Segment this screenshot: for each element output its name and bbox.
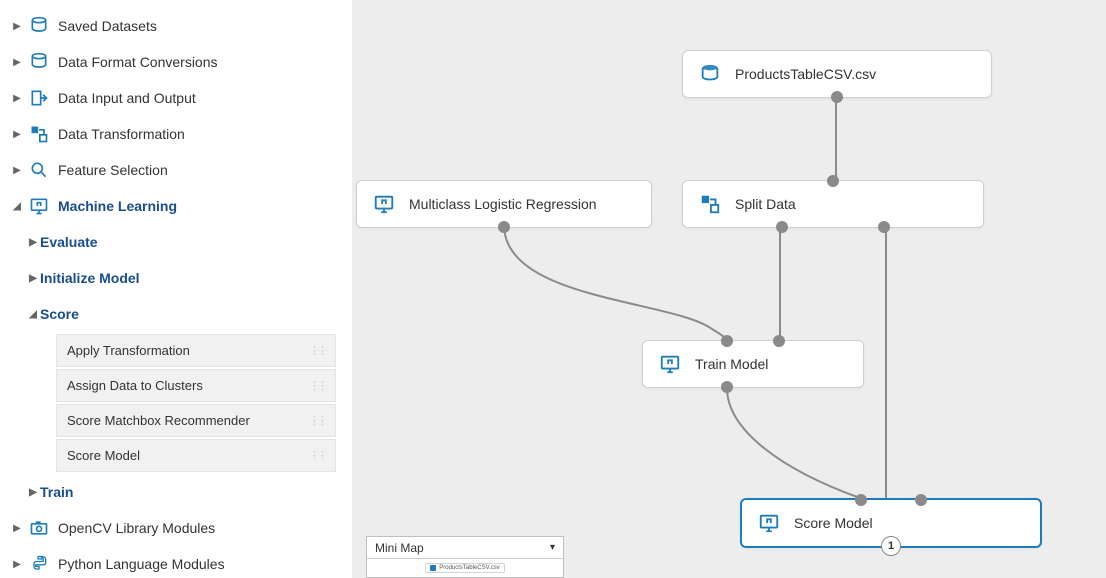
tree-label: Score [40, 306, 342, 322]
chevron-right-icon: ▶ [10, 21, 24, 32]
python-icon [28, 553, 50, 575]
node-label: Multiclass Logistic Regression [409, 196, 597, 212]
chevron-right-icon: ▶ [10, 523, 24, 534]
tree-item-data-xform[interactable]: ▶ Data Transformation [10, 116, 342, 152]
camera-icon [28, 517, 50, 539]
module-matchbox-recommender[interactable]: Score Matchbox Recommender ⋮⋮ [56, 404, 336, 437]
module-score-model[interactable]: Score Model ⋮⋮ [56, 439, 336, 472]
output-port[interactable] [721, 381, 733, 393]
chevron-down-icon: ◢ [26, 309, 40, 320]
transform-icon [699, 193, 721, 215]
tree-label: Data Input and Output [58, 90, 342, 106]
database-icon [28, 51, 50, 73]
module-label: Score Model [67, 448, 303, 463]
database-icon [28, 15, 50, 37]
minimap[interactable]: Mini Map ▾ ProductsTableCSV.csv [366, 536, 564, 578]
tree-item-train[interactable]: ▶ Train [10, 474, 342, 510]
magnify-icon [28, 159, 50, 181]
node-label: Split Data [735, 196, 796, 212]
input-port[interactable] [827, 175, 839, 187]
chevron-right-icon: ▶ [10, 129, 24, 140]
chevron-right-icon: ▶ [10, 57, 24, 68]
drag-handle-icon: ⋮⋮ [309, 379, 325, 392]
module-label: Assign Data to Clusters [67, 378, 303, 393]
module-label: Apply Transformation [67, 343, 303, 358]
chevron-right-icon: ▶ [26, 237, 40, 248]
chevron-right-icon: ▶ [26, 487, 40, 498]
tree-item-saved-datasets[interactable]: ▶ Saved Datasets [10, 8, 342, 44]
tree-item-data-format[interactable]: ▶ Data Format Conversions [10, 44, 342, 80]
node-dataset[interactable]: ProductsTableCSV.csv [682, 50, 992, 98]
chevron-right-icon: ▶ [10, 93, 24, 104]
tree-item-data-io[interactable]: ▶ Data Input and Output [10, 80, 342, 116]
ml-icon [28, 195, 50, 217]
node-label: Score Model [794, 515, 873, 531]
chevron-right-icon: ▶ [26, 273, 40, 284]
chevron-down-icon: ▾ [550, 542, 555, 553]
output-port[interactable] [831, 91, 843, 103]
database-icon [699, 63, 721, 85]
input-port-2[interactable] [915, 494, 927, 506]
node-label: ProductsTableCSV.csv [735, 66, 876, 82]
chevron-right-icon: ▶ [10, 559, 24, 570]
tree-item-machine-learning[interactable]: ◢ Machine Learning [10, 188, 342, 224]
tree-label: Evaluate [40, 234, 342, 250]
output-port-badge[interactable]: 1 [881, 536, 901, 556]
output-port-1[interactable] [776, 221, 788, 233]
node-train-model[interactable]: Train Model [642, 340, 864, 388]
input-port-1[interactable] [855, 494, 867, 506]
input-port-2[interactable] [773, 335, 785, 347]
ml-icon [373, 193, 395, 215]
drag-handle-icon: ⋮⋮ [309, 414, 325, 427]
tree-label: OpenCV Library Modules [58, 520, 342, 536]
tree-item-initialize-model[interactable]: ▶ Initialize Model [10, 260, 342, 296]
tree-item-opencv[interactable]: ▶ OpenCV Library Modules [10, 510, 342, 546]
module-apply-transformation[interactable]: Apply Transformation ⋮⋮ [56, 334, 336, 367]
chevron-down-icon: ◢ [10, 201, 24, 212]
tree-item-python[interactable]: ▶ Python Language Modules [10, 546, 342, 578]
tree-item-evaluate[interactable]: ▶ Evaluate [10, 224, 342, 260]
io-icon [28, 87, 50, 109]
tree-item-score[interactable]: ◢ Score [10, 296, 342, 332]
module-tree-sidebar: ▶ Saved Datasets ▶ Data Format Conversio… [0, 0, 352, 578]
ml-icon [659, 353, 681, 375]
minimap-header[interactable]: Mini Map ▾ [367, 537, 563, 559]
chevron-right-icon: ▶ [10, 165, 24, 176]
tree-label: Saved Datasets [58, 18, 342, 34]
tree-label: Python Language Modules [58, 556, 342, 572]
transform-icon [28, 123, 50, 145]
ml-icon [758, 512, 780, 534]
output-port-2[interactable] [878, 221, 890, 233]
node-label: Train Model [695, 356, 768, 372]
tree-label: Data Format Conversions [58, 54, 342, 70]
tree-label: Feature Selection [58, 162, 342, 178]
tree-label: Train [40, 484, 342, 500]
tree-item-feature-selection[interactable]: ▶ Feature Selection [10, 152, 342, 188]
node-multiclass-lr[interactable]: Multiclass Logistic Regression [356, 180, 652, 228]
tree-label: Initialize Model [40, 270, 342, 286]
experiment-canvas[interactable]: ProductsTableCSV.csv Multiclass Logistic… [352, 0, 1106, 578]
tree-label: Machine Learning [58, 198, 342, 214]
output-port[interactable] [498, 221, 510, 233]
module-label: Score Matchbox Recommender [67, 413, 303, 428]
drag-handle-icon: ⋮⋮ [309, 449, 325, 462]
input-port-1[interactable] [721, 335, 733, 347]
drag-handle-icon: ⋮⋮ [309, 344, 325, 357]
minimap-body: ProductsTableCSV.csv [367, 559, 563, 573]
module-assign-clusters[interactable]: Assign Data to Clusters ⋮⋮ [56, 369, 336, 402]
minimap-title: Mini Map [375, 541, 424, 555]
node-split-data[interactable]: Split Data [682, 180, 984, 228]
node-score-model[interactable]: Score Model 1 [740, 498, 1042, 548]
minimap-node: ProductsTableCSV.csv [425, 563, 504, 573]
tree-label: Data Transformation [58, 126, 342, 142]
